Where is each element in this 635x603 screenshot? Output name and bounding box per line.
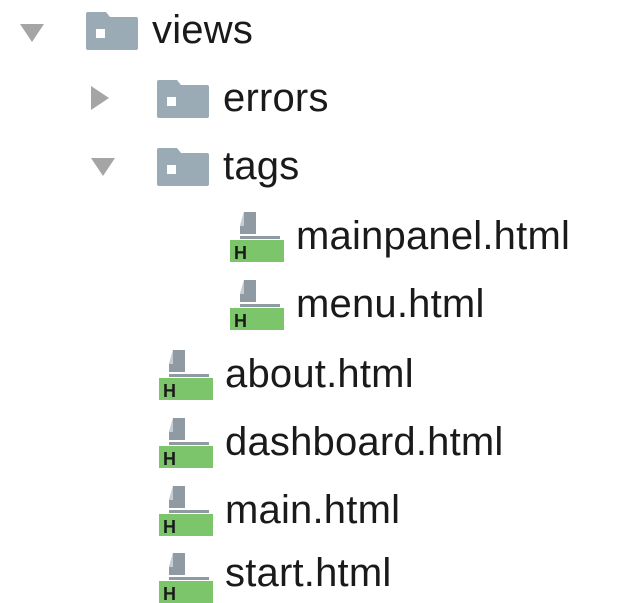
folder-label-errors: errors bbox=[223, 76, 329, 120]
file-label: main.html bbox=[225, 488, 401, 532]
html-file-icon: H bbox=[159, 418, 213, 468]
html-badge-letter: H bbox=[234, 243, 247, 262]
expand-arrow-right-icon[interactable] bbox=[91, 86, 109, 110]
file-label: menu.html bbox=[296, 282, 485, 326]
file-label: dashboard.html bbox=[225, 420, 504, 464]
file-label: about.html bbox=[225, 352, 414, 396]
folder-icon bbox=[157, 80, 209, 118]
tree-row-file[interactable]: H mainpanel.html bbox=[0, 206, 635, 266]
folder-label-tags: tags bbox=[223, 144, 300, 188]
tree-row-tags[interactable]: tags bbox=[0, 136, 635, 196]
folder-icon bbox=[157, 148, 209, 186]
tree-row-file[interactable]: H dashboard.html bbox=[0, 412, 635, 472]
html-badge-letter: H bbox=[163, 381, 176, 400]
html-badge-letter: H bbox=[163, 584, 176, 603]
file-label: mainpanel.html bbox=[296, 214, 571, 258]
html-badge-letter: H bbox=[163, 517, 176, 536]
html-file-icon: H bbox=[230, 212, 284, 262]
tree-row-file[interactable]: H about.html bbox=[0, 344, 635, 404]
tree-row-file[interactable]: H menu.html bbox=[0, 274, 635, 334]
folder-icon bbox=[86, 12, 138, 50]
project-file-tree: views errors tags H mainpanel.html H men… bbox=[0, 0, 635, 603]
expand-arrow-down-icon[interactable] bbox=[91, 158, 115, 176]
tree-row-errors[interactable]: errors bbox=[0, 68, 635, 128]
html-file-icon: H bbox=[159, 553, 213, 603]
tree-row-views[interactable]: views bbox=[0, 0, 635, 60]
html-badge-letter: H bbox=[234, 311, 247, 330]
file-label: start.html bbox=[225, 551, 392, 595]
expand-arrow-down-icon[interactable] bbox=[20, 24, 44, 42]
tree-row-file[interactable]: H main.html bbox=[0, 480, 635, 540]
tree-row-file[interactable]: H start.html bbox=[0, 543, 635, 603]
html-file-icon: H bbox=[159, 350, 213, 400]
folder-label-views: views bbox=[152, 8, 254, 52]
html-badge-letter: H bbox=[163, 449, 176, 468]
html-file-icon: H bbox=[159, 486, 213, 536]
html-file-icon: H bbox=[230, 280, 284, 330]
